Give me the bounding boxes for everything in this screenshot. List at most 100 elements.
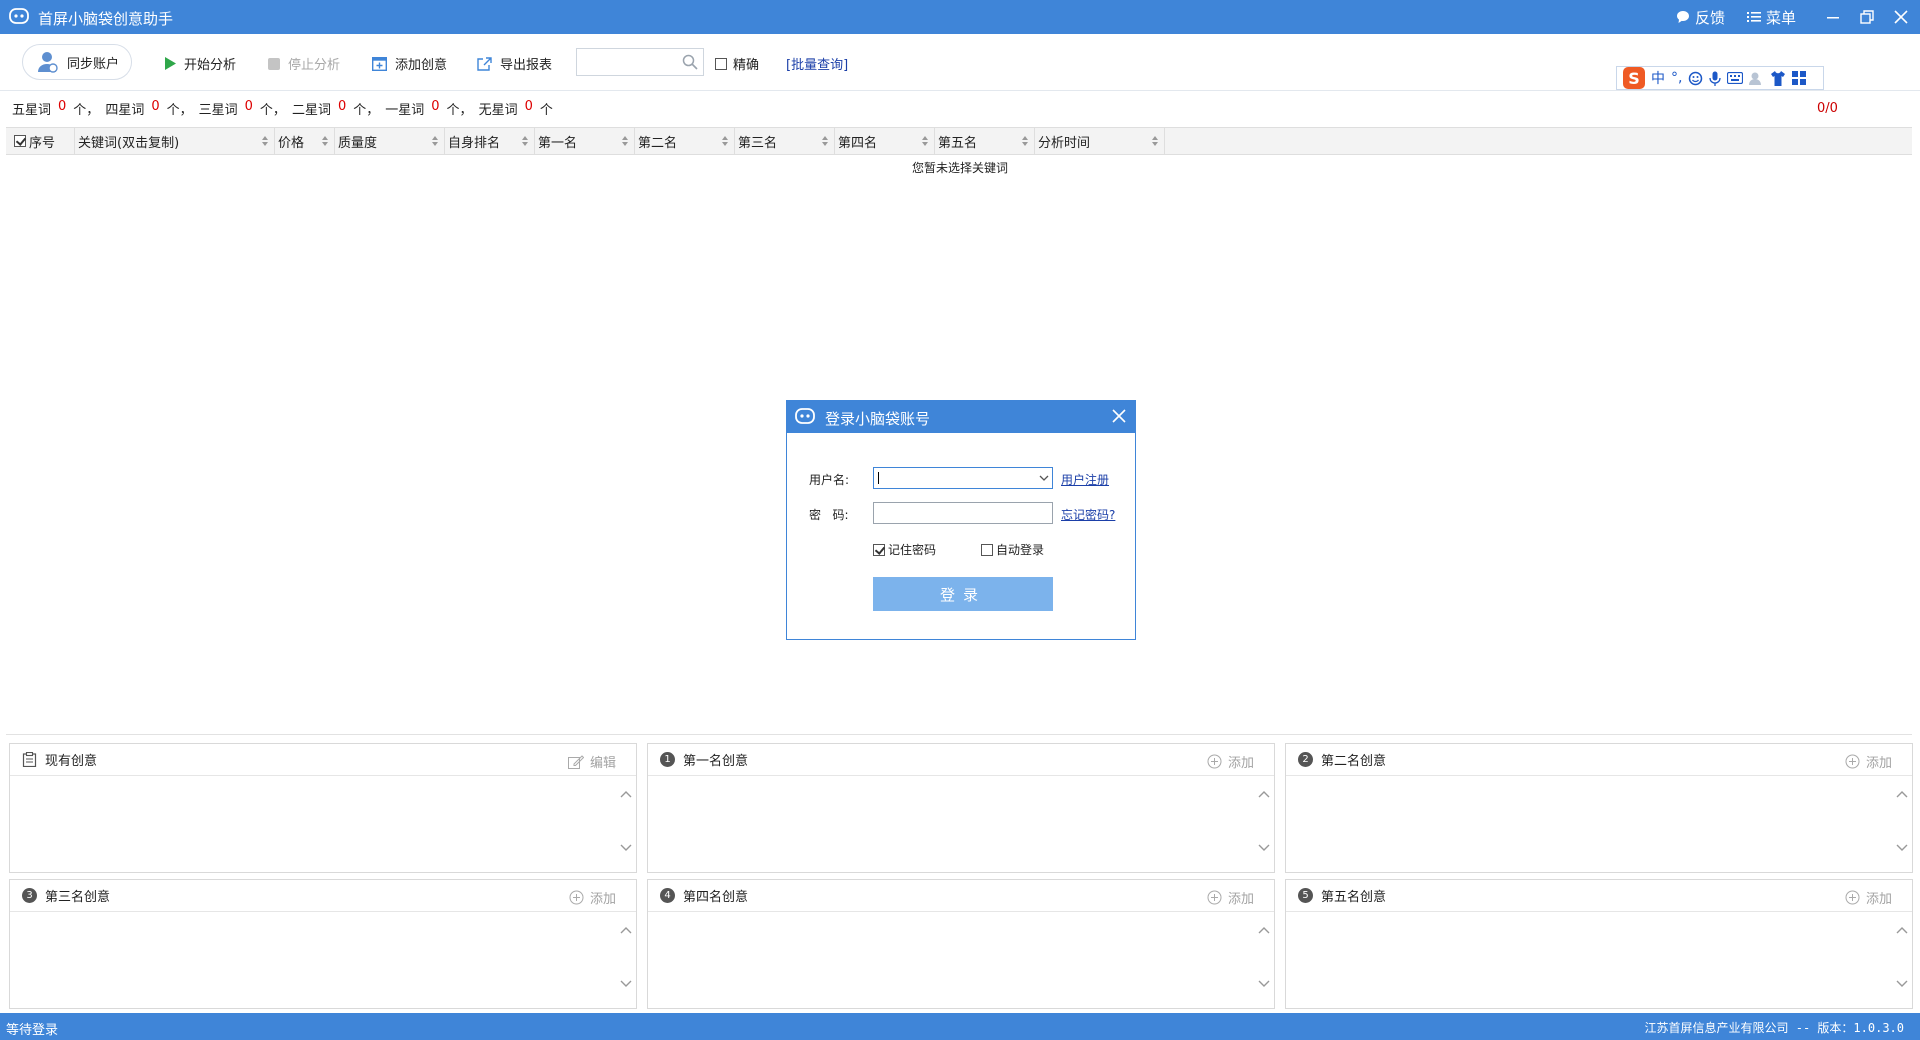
sort-icon: [432, 136, 438, 146]
column-quality-label: 质量度: [338, 135, 378, 151]
sort-icon: [622, 136, 628, 146]
number-2-icon: 2: [1298, 752, 1313, 767]
column-header-price[interactable]: 价格: [275, 128, 335, 154]
panel-title: 第五名创意: [1321, 890, 1387, 905]
title-bar: 首屏小脑袋创意助手 反馈 菜单: [0, 0, 1920, 34]
scroll-down-icon[interactable]: [1896, 980, 1908, 988]
forgot-password-link[interactable]: 忘记密码?: [1061, 506, 1115, 523]
scroll-down-icon[interactable]: [620, 980, 632, 988]
panel-title: 现有创意: [45, 754, 98, 769]
plus-circle-icon: [1207, 890, 1222, 905]
skin-shirt-icon[interactable]: [1770, 70, 1786, 86]
company-version: 江苏首屏信息产业有限公司 -- 版本：1.0.3.0: [1644, 1021, 1904, 1035]
sort-icon: [922, 136, 928, 146]
scroll-down-icon[interactable]: [620, 844, 632, 852]
stat-four: 四星词 0 个，: [105, 99, 192, 118]
password-input[interactable]: [873, 502, 1053, 524]
stop-analysis-button[interactable]: 停止分析: [268, 54, 340, 73]
column-header-third[interactable]: 第三名: [735, 128, 835, 154]
batch-query-link[interactable]: [批量查询]: [786, 54, 848, 73]
column-header-index[interactable]: 序号: [6, 128, 75, 154]
search-icon[interactable]: [682, 54, 698, 70]
toolbox-icon[interactable]: [1792, 71, 1807, 85]
remember-password-label: 记住密码: [888, 543, 937, 557]
stat-one-unit: 个，: [446, 103, 473, 118]
export-report-button[interactable]: 导出报表: [477, 54, 552, 73]
column-header-fifth[interactable]: 第五名: [935, 128, 1035, 154]
scroll-up-icon[interactable]: [1258, 790, 1270, 798]
column-header-keyword[interactable]: 关键词(双击复制): [75, 128, 275, 154]
plus-circle-icon: [1207, 754, 1222, 769]
scroll-down-icon[interactable]: [1258, 980, 1270, 988]
add-button[interactable]: 添加: [569, 888, 616, 907]
chevron-down-icon[interactable]: [1039, 473, 1049, 483]
column-analysis-time-label: 分析时间: [1038, 135, 1091, 151]
precise-checkbox-box[interactable]: [715, 57, 727, 70]
sort-icon: [822, 136, 828, 146]
ime-punctuation[interactable]: °,: [1671, 70, 1682, 86]
add-button[interactable]: 添加: [1207, 752, 1254, 771]
column-fourth-label: 第四名: [838, 135, 878, 151]
number-5-icon: 5: [1298, 888, 1313, 903]
minimize-button[interactable]: [1818, 0, 1848, 34]
add-button[interactable]: 添加: [1207, 888, 1254, 907]
panel-title: 第三名创意: [45, 890, 111, 905]
add-label: 添加: [1227, 892, 1254, 907]
status-text: 等待登录: [6, 1023, 59, 1038]
user-voice-icon[interactable]: [1749, 71, 1764, 86]
add-creative-button[interactable]: 添加创意: [372, 54, 447, 73]
stat-two: 二星词 0 个，: [292, 99, 379, 118]
select-all-checkbox[interactable]: [14, 135, 26, 147]
username-input[interactable]: [873, 467, 1053, 489]
feedback-label: 反馈: [1694, 8, 1725, 27]
column-header-first[interactable]: 第一名: [535, 128, 635, 154]
add-label: 添加: [1865, 892, 1892, 907]
scroll-down-icon[interactable]: [1896, 844, 1908, 852]
remember-password-box[interactable]: [873, 543, 885, 556]
scroll-up-icon[interactable]: [1258, 926, 1270, 934]
menu-button[interactable]: 菜单: [1746, 7, 1796, 28]
edit-button[interactable]: 编辑: [567, 752, 616, 771]
auto-login-box[interactable]: [981, 543, 993, 556]
add-button[interactable]: 添加: [1845, 888, 1892, 907]
scroll-up-icon[interactable]: [620, 926, 632, 934]
column-fifth-label: 第五名: [938, 135, 978, 151]
precise-checkbox[interactable]: 精确: [715, 54, 759, 73]
column-header-quality[interactable]: 质量度: [335, 128, 445, 154]
add-button[interactable]: 添加: [1845, 752, 1892, 771]
restore-button[interactable]: [1852, 0, 1882, 34]
column-own-rank-label: 自身排名: [448, 135, 501, 151]
login-button[interactable]: 登录: [873, 577, 1053, 611]
stat-four-label: 四星词: [105, 103, 145, 118]
column-header-fourth[interactable]: 第四名: [835, 128, 935, 154]
plus-circle-icon: [1845, 754, 1860, 769]
ime-mode[interactable]: 中: [1651, 68, 1665, 88]
number-1-icon: 1: [660, 752, 675, 767]
login-dialog: 登录小脑袋账号 用户名: 用户注册 密 码: 忘记密码? 记住密码 自动登录 登…: [786, 400, 1136, 640]
scroll-up-icon[interactable]: [620, 790, 632, 798]
panel-header: 1 第一名创意 添加: [648, 744, 1274, 776]
feedback-button[interactable]: 反馈: [1676, 7, 1725, 28]
column-header-second[interactable]: 第二名: [635, 128, 735, 154]
stat-four-count: 0: [151, 99, 160, 114]
scroll-up-icon[interactable]: [1896, 790, 1908, 798]
keyboard-icon[interactable]: [1727, 72, 1744, 84]
scroll-down-icon[interactable]: [1258, 844, 1270, 852]
sort-icon: [322, 136, 328, 146]
start-analysis-button[interactable]: 开始分析: [164, 54, 236, 73]
ime-logo[interactable]: S: [1623, 67, 1645, 89]
remember-password-checkbox[interactable]: 记住密码: [873, 541, 936, 558]
number-4-icon: 4: [660, 888, 675, 903]
stat-none-label: 无星词: [478, 103, 518, 118]
scroll-up-icon[interactable]: [1896, 926, 1908, 934]
column-header-own-rank[interactable]: 自身排名: [445, 128, 535, 154]
microphone-icon[interactable]: [1709, 71, 1722, 86]
sync-account-button[interactable]: 同步账户: [22, 44, 132, 80]
close-button[interactable]: [1886, 0, 1916, 34]
emoji-icon[interactable]: [1688, 71, 1703, 86]
column-header-analysis-time[interactable]: 分析时间: [1035, 128, 1165, 154]
register-link[interactable]: 用户注册: [1061, 471, 1109, 488]
close-icon[interactable]: [1111, 408, 1127, 424]
add-label: 添加: [1865, 756, 1892, 771]
auto-login-checkbox[interactable]: 自动登录: [981, 541, 1044, 558]
